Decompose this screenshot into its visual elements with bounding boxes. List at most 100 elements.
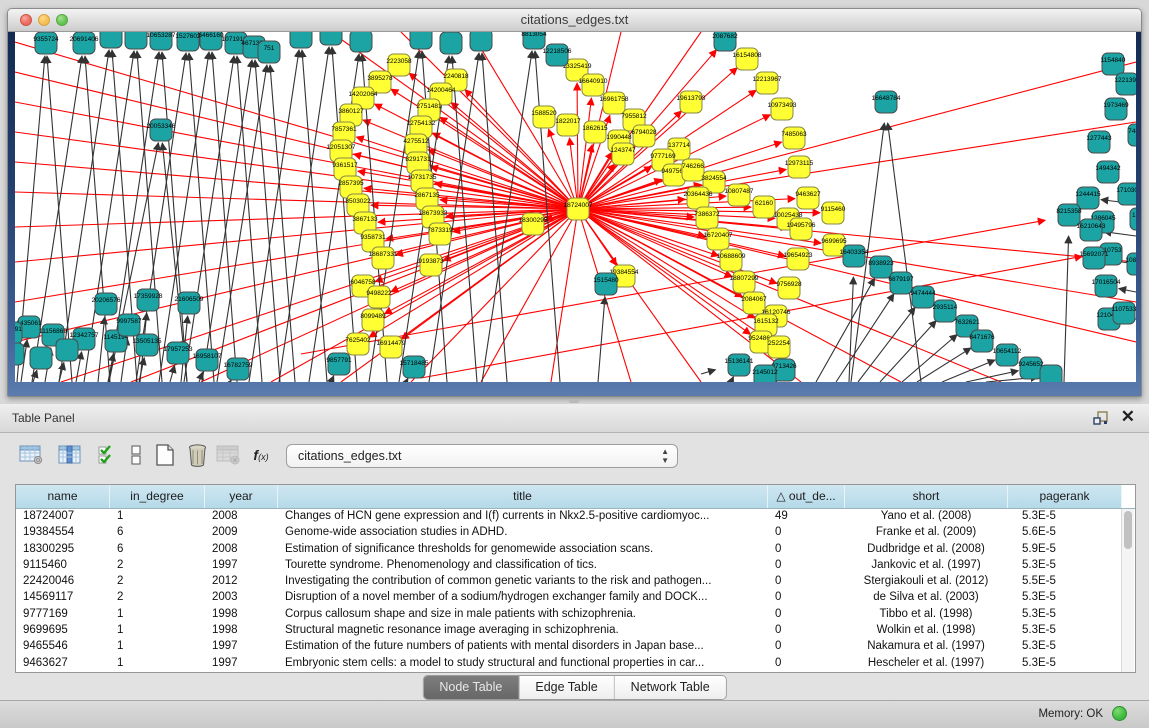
- table-row[interactable]: 946362711997Embryonic stem cells: a mode…: [16, 656, 1135, 672]
- column-header-in_degree[interactable]: in_degree: [110, 485, 205, 508]
- graph-edge: [15, 209, 578, 262]
- graph-node-label: 1990448: [606, 134, 632, 141]
- graph-node-label: 17016504: [1092, 279, 1121, 286]
- column-header-year[interactable]: year: [205, 485, 278, 508]
- memory-ok-icon[interactable]: [1112, 706, 1127, 721]
- cell-title: Estimation of the future numbers of pati…: [278, 639, 768, 655]
- tab-network-table[interactable]: Network Table: [615, 676, 726, 699]
- graph-node-label: 2084067: [741, 296, 767, 303]
- tab-node-table[interactable]: Node Table: [423, 676, 519, 699]
- graph-node-label: 62160: [755, 200, 773, 207]
- graph-edge: [279, 47, 329, 382]
- graph-node[interactable]: [470, 32, 492, 51]
- network-window-titlebar[interactable]: citations_edges.txt: [8, 9, 1141, 32]
- close-panel-icon[interactable]: ✕: [1121, 407, 1135, 427]
- select-columns-button[interactable]: [94, 442, 120, 468]
- show-columns-button[interactable]: [57, 442, 83, 468]
- cell-in_degree: 1: [110, 509, 205, 525]
- graph-node-label: 9193873: [418, 258, 444, 265]
- graph-node-label: 2087682: [712, 33, 738, 40]
- column-header-pagerank[interactable]: pagerank: [1008, 485, 1122, 508]
- function-builder-button[interactable]: f(x): [248, 442, 274, 468]
- graph-node-label: 9115460: [821, 206, 846, 213]
- tab-edge-table[interactable]: Edge Table: [519, 676, 614, 699]
- table-scrollbar-thumb[interactable]: [1124, 511, 1132, 549]
- graph-node-label: 16210643: [1077, 223, 1106, 230]
- graph-node-label: 16914479: [377, 340, 406, 347]
- table-row[interactable]: 911546021997Tourette syndrome. Phenomeno…: [16, 558, 1135, 574]
- graph-node[interactable]: [350, 32, 372, 52]
- table-tabs: Node TableEdge TableNetwork Table: [422, 675, 726, 700]
- graph-node-label: 8471676: [969, 334, 995, 341]
- cell-out_de: 0: [768, 590, 845, 606]
- graph-node[interactable]: [440, 32, 462, 54]
- column-header-name[interactable]: name: [16, 485, 110, 508]
- row-height-button[interactable]: [123, 442, 149, 468]
- graph-node[interactable]: [320, 32, 342, 45]
- network-canvas[interactable]: 1872400722230583895278142020643860127785…: [15, 32, 1136, 382]
- graph-node-label: 391591: [15, 326, 22, 333]
- delete-column-button[interactable]: [184, 442, 210, 468]
- cell-short: Nakamura et al. (1997): [845, 639, 1008, 655]
- table-scrollbar-track[interactable]: [1121, 509, 1134, 672]
- graph-edge: [302, 50, 327, 382]
- graph-node-label: 10807487: [725, 188, 754, 195]
- table-settings-button[interactable]: [18, 442, 44, 468]
- column-header-short[interactable]: short: [845, 485, 1008, 508]
- panel-splitter[interactable]: [0, 397, 1149, 404]
- table-row[interactable]: 969969511998Structural magnetic resonanc…: [16, 623, 1135, 639]
- table-row[interactable]: 1830029562008Estimation of significance …: [16, 542, 1135, 558]
- cell-out_de: 0: [768, 623, 845, 639]
- column-header-out_de[interactable]: △ out_de...: [768, 485, 845, 508]
- graph-edge: [15, 209, 578, 342]
- graph-edge: [433, 133, 578, 209]
- node-attribute-table: namein_degreeyeartitle△ out_de...shortpa…: [15, 484, 1136, 673]
- graph-node[interactable]: [290, 32, 312, 48]
- splitter-grip[interactable]: [569, 399, 579, 403]
- graph-node[interactable]: [30, 347, 52, 369]
- graph-node-label: 1107533: [1112, 306, 1136, 313]
- graph-node-label: 12051307: [327, 144, 356, 151]
- graph-node[interactable]: [15, 343, 24, 365]
- graph-node-label: 8291731: [405, 156, 431, 163]
- table-row[interactable]: 977716911998Corpus callosum shape and si…: [16, 607, 1135, 623]
- table-row[interactable]: 1456911722003Disruption of a novel membe…: [16, 590, 1135, 606]
- cell-title: Structural magnetic resonance image aver…: [278, 623, 768, 639]
- float-window-icon[interactable]: [1093, 410, 1109, 426]
- graph-node[interactable]: [56, 339, 78, 361]
- graph-node-label: 15136141: [725, 358, 754, 365]
- delete-table-button: [215, 442, 241, 468]
- graph-node-label: 10654112: [993, 348, 1022, 355]
- graph-node[interactable]: [410, 32, 432, 49]
- graph-node-label: 9361517: [332, 162, 358, 169]
- graph-node-label: 748506: [1128, 128, 1136, 135]
- table-row[interactable]: 1872400712008Changes of HCN gene express…: [16, 509, 1135, 525]
- cell-short: Dudbridge et al. (2008): [845, 542, 1008, 558]
- graph-node[interactable]: [125, 32, 147, 49]
- graph-node-label: 9498222: [366, 290, 392, 297]
- cell-title: Tourette syndrome. Phenomenology and cla…: [278, 558, 768, 574]
- graph-node[interactable]: [1040, 365, 1062, 382]
- cell-pagerank: 5.3E-5: [1008, 509, 1122, 525]
- cell-in_degree: 6: [110, 542, 205, 558]
- graph-edge: [406, 378, 408, 382]
- graph-node-label: 2867135: [414, 192, 440, 199]
- graph-node-label: 9245652: [1018, 361, 1044, 368]
- graph-node-label: 9857791: [326, 357, 352, 364]
- graph-node-label: 746266: [682, 163, 704, 170]
- graph-node-label: 6879197: [888, 276, 914, 283]
- graph-node[interactable]: [100, 32, 122, 48]
- table-row[interactable]: 946554611997Estimation of the future num…: [16, 639, 1135, 655]
- table-row[interactable]: 2242004622012Investigating the contribut…: [16, 574, 1135, 590]
- graph-node-label: 3867133: [352, 216, 378, 223]
- graph-edge: [162, 52, 187, 382]
- cell-short: de Silva et al. (2003): [845, 590, 1008, 606]
- cell-year: 2008: [205, 509, 278, 525]
- graph-edge: [701, 370, 716, 374]
- graph-node-label: 18300295: [519, 217, 548, 224]
- table-row[interactable]: 1938455462009Genome-wide association stu…: [16, 525, 1135, 541]
- column-header-title[interactable]: title: [278, 485, 768, 508]
- network-table-selector[interactable]: citations_edges.txt ▲▼: [286, 444, 678, 468]
- graph-node-label: 8813054: [521, 32, 547, 38]
- create-column-button[interactable]: [152, 442, 178, 468]
